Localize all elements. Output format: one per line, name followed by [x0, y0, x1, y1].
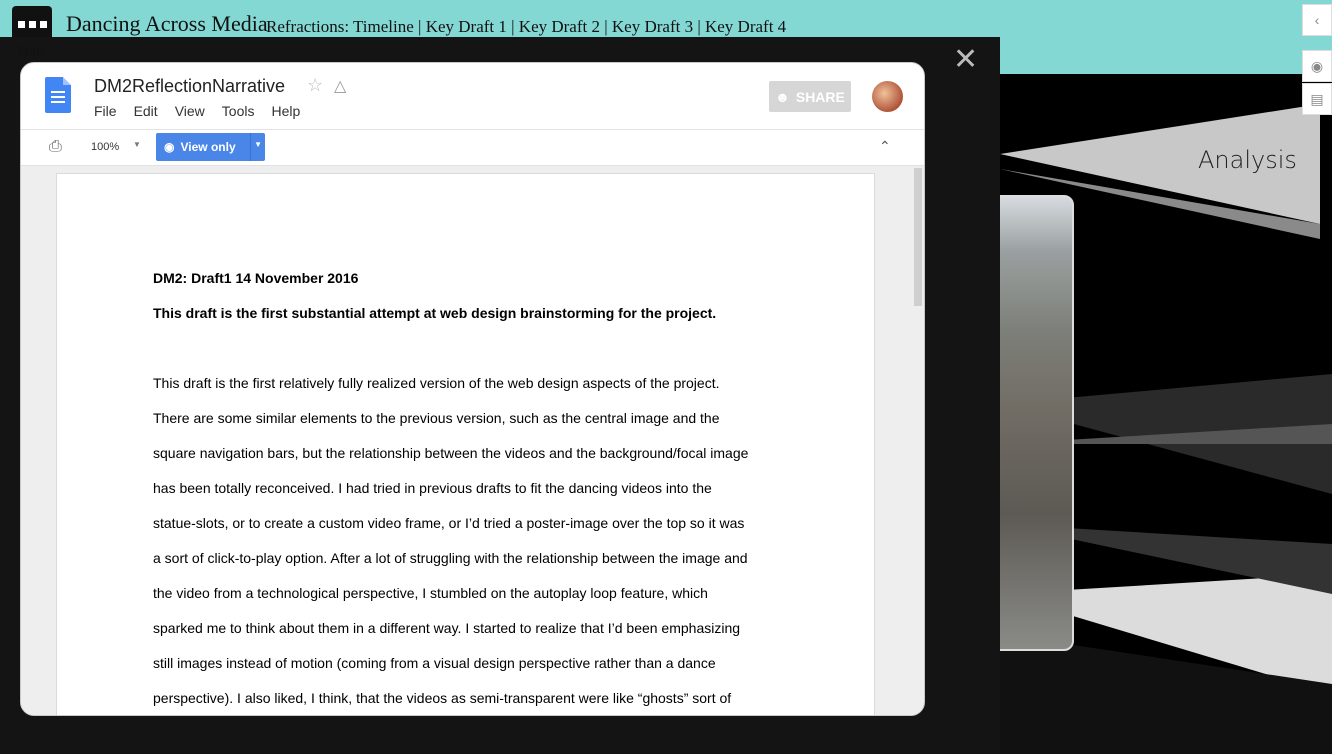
chevron-left-icon[interactable]: ‹ — [1302, 4, 1332, 36]
eye-icon: ◉ — [164, 140, 175, 154]
document-title[interactable]: DM2ReflectionNarrative — [94, 76, 285, 97]
print-icon[interactable]: ⎙ — [49, 138, 62, 156]
drive-icon[interactable]: △ — [334, 76, 346, 96]
document-body: This draft is the first relatively fully… — [153, 375, 793, 715]
chevron-down-icon[interactable]: ▼ — [254, 140, 262, 149]
analysis-heading[interactable]: Analysis — [1198, 146, 1297, 174]
hub-label[interactable]: Hub — [18, 44, 44, 61]
menu-tools[interactable]: Tools — [222, 103, 255, 119]
menu-file[interactable]: File — [94, 103, 117, 119]
divider — [250, 133, 251, 161]
share-label: SHARE — [795, 88, 845, 105]
menu-help[interactable]: Help — [271, 103, 300, 119]
menu-view[interactable]: View — [175, 103, 205, 119]
menu-dot-icon — [39, 20, 47, 28]
site-nav[interactable]: Refractions: Timeline | Key Draft 1 | Ke… — [266, 17, 786, 37]
menu-dot-icon — [17, 20, 25, 28]
view-only-label: View only — [180, 140, 236, 154]
view-only-button[interactable]: ◉ View only ▼ — [156, 133, 265, 161]
avatar[interactable] — [872, 81, 903, 112]
document-canvas: DM2: Draft1 14 November 2016 This draft … — [21, 166, 924, 715]
star-icon[interactable]: ☆ — [307, 75, 323, 96]
person-icon: ☻ — [775, 88, 790, 105]
body-line: perspective). I also liked, I think, tha… — [153, 690, 732, 706]
body-line: a sort of click-to-play option. After a … — [153, 550, 748, 566]
body-line: has been totally reconceived. I had trie… — [153, 480, 712, 496]
body-line: There are some similar elements to the p… — [153, 410, 720, 426]
scrollbar[interactable] — [914, 168, 922, 306]
docs-toolbar: ⎙ 100% ▼ ◉ View only ▼ ⌃ — [21, 130, 924, 166]
document-heading: DM2: Draft1 14 November 2016 — [153, 270, 359, 286]
menu-edit[interactable]: Edit — [134, 103, 158, 119]
temple-photo[interactable] — [990, 195, 1074, 651]
body-line: the video from a technological perspecti… — [153, 585, 708, 601]
menu-dot-icon — [28, 20, 36, 28]
body-line: sparked me to think about them in a diff… — [153, 620, 741, 636]
body-line: square navigation bars, but the relation… — [153, 445, 749, 461]
site-title[interactable]: Dancing Across Media — [66, 11, 268, 37]
notes-icon[interactable]: ▤ — [1302, 83, 1332, 115]
chevron-up-icon[interactable]: ⌃ — [879, 138, 891, 155]
document-subheading: This draft is the first substantial atte… — [153, 305, 717, 321]
docs-viewer: DM2ReflectionNarrative ☆ △ File Edit Vie… — [20, 62, 925, 716]
docs-file-icon[interactable] — [45, 77, 71, 113]
eye-icon[interactable]: ◉ — [1302, 50, 1332, 82]
chevron-down-icon[interactable]: ▼ — [133, 140, 141, 149]
docs-header: DM2ReflectionNarrative ☆ △ File Edit Vie… — [21, 63, 924, 130]
body-line: This draft is the first relatively fully… — [153, 375, 720, 391]
share-button[interactable]: ☻ SHARE — [769, 81, 851, 112]
document-page: DM2: Draft1 14 November 2016 This draft … — [56, 173, 875, 715]
close-icon[interactable]: ✕ — [953, 45, 978, 75]
body-line: still images instead of motion (coming f… — [153, 655, 716, 671]
body-line: statue-slots, or to create a custom vide… — [153, 515, 745, 531]
docs-menu-bar: File Edit View Tools Help — [94, 103, 317, 119]
zoom-select[interactable]: 100% — [91, 141, 119, 153]
